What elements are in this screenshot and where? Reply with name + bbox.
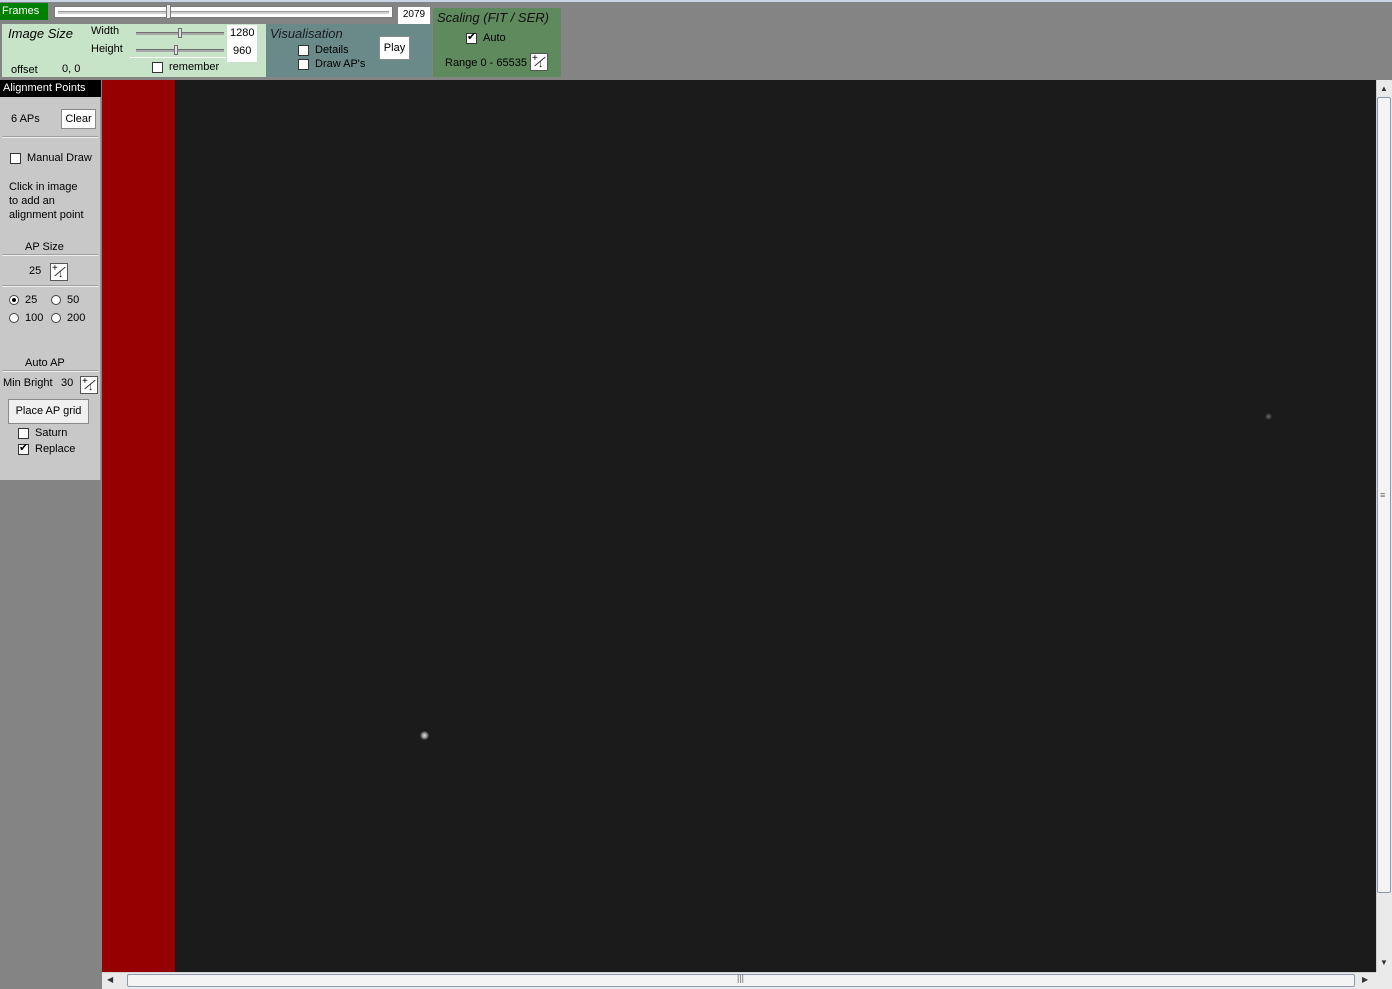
window-top-edge bbox=[0, 0, 1392, 2]
details-label: Details bbox=[315, 44, 349, 56]
width-value[interactable]: 1280 bbox=[230, 27, 254, 39]
grip-icon: ≡ bbox=[1380, 490, 1386, 500]
auto-scale-checkbox[interactable] bbox=[466, 31, 477, 44]
auto-ap-title: Auto AP bbox=[25, 357, 65, 369]
ap-size-spinner[interactable]: + ↓ bbox=[50, 263, 68, 281]
scroll-left-icon[interactable]: ◀ bbox=[107, 975, 113, 984]
replace-checkbox[interactable] bbox=[18, 442, 29, 455]
star-point bbox=[1265, 413, 1272, 420]
manual-draw-checkbox[interactable] bbox=[10, 153, 21, 164]
remember-checkbox[interactable] bbox=[152, 62, 163, 73]
scaling-title: Scaling (FIT / SER) bbox=[437, 10, 549, 25]
height-label: Height bbox=[91, 43, 123, 55]
visualisation-title: Visualisation bbox=[270, 26, 343, 41]
clear-button[interactable]: Clear bbox=[61, 109, 96, 129]
alignment-points-header: Alignment Points bbox=[0, 80, 101, 97]
spin-down-icon: ↓ bbox=[88, 382, 93, 393]
min-bright-value[interactable]: 30 bbox=[61, 377, 73, 389]
min-bright-label: Min Bright bbox=[3, 377, 53, 389]
scrollbar-corner bbox=[1376, 972, 1392, 989]
auto-scale-label: Auto bbox=[483, 32, 506, 44]
size-radio-50[interactable] bbox=[51, 295, 61, 305]
ap-size-title: AP Size bbox=[25, 241, 64, 253]
height-slider-thumb[interactable] bbox=[174, 45, 178, 55]
size-option-200: 200 bbox=[67, 312, 86, 324]
remember-label: remember bbox=[169, 61, 220, 73]
size-divider bbox=[130, 57, 226, 58]
star-point bbox=[420, 731, 429, 740]
separator bbox=[2, 136, 98, 138]
range-label: Range 0 - 65535 bbox=[445, 57, 527, 69]
size-option-100: 100 bbox=[25, 312, 44, 324]
frames-label: Frames bbox=[0, 3, 48, 20]
saturn-label: Saturn bbox=[35, 427, 68, 439]
width-slider[interactable] bbox=[136, 28, 224, 38]
spin-down-icon: ↓ bbox=[538, 59, 543, 70]
height-value[interactable]: 960 bbox=[233, 45, 251, 57]
frames-slider[interactable] bbox=[54, 6, 393, 18]
image-size-title: Image Size bbox=[8, 26, 74, 41]
size-option-50: 50 bbox=[67, 294, 80, 306]
min-bright-spinner[interactable]: + ↓ bbox=[80, 376, 98, 394]
draw-aps-label: Draw AP's bbox=[315, 58, 366, 70]
width-label: Width bbox=[91, 25, 120, 37]
red-border-strip bbox=[102, 80, 175, 972]
separator bbox=[2, 254, 98, 256]
manual-draw-label: Manual Draw bbox=[27, 152, 92, 164]
instruction-line-2: to add an bbox=[9, 195, 55, 207]
range-spinner[interactable]: + ↓ bbox=[530, 53, 548, 71]
height-slider[interactable] bbox=[136, 45, 224, 55]
separator bbox=[2, 285, 98, 287]
separator bbox=[2, 370, 98, 372]
details-checkbox[interactable] bbox=[298, 45, 309, 56]
place-ap-grid-button[interactable]: Place AP grid bbox=[8, 399, 89, 424]
scroll-right-icon[interactable]: ▶ bbox=[1362, 975, 1368, 984]
draw-aps-checkbox[interactable] bbox=[298, 59, 309, 70]
instruction-line-1: Click in image bbox=[9, 181, 78, 193]
size-radio-200[interactable] bbox=[51, 313, 61, 323]
replace-label: Replace bbox=[35, 443, 76, 455]
frames-slider-thumb[interactable] bbox=[166, 4, 171, 19]
size-option-25: 25 bbox=[25, 294, 38, 306]
ap-size-value[interactable]: 25 bbox=[29, 265, 41, 277]
grip-icon: ||| bbox=[737, 973, 745, 983]
size-radio-100[interactable] bbox=[9, 313, 19, 323]
scroll-down-icon[interactable]: ▼ bbox=[1380, 958, 1388, 967]
play-button[interactable]: Play bbox=[379, 36, 410, 60]
offset-value: 0, 0 bbox=[62, 63, 81, 75]
width-slider-thumb[interactable] bbox=[178, 28, 182, 38]
image-canvas[interactable] bbox=[102, 80, 1376, 972]
frames-value-field[interactable]: 2079 bbox=[398, 7, 430, 24]
instruction-line-3: alignment point bbox=[9, 209, 84, 221]
saturn-checkbox[interactable] bbox=[18, 428, 29, 439]
size-radio-25[interactable] bbox=[9, 295, 19, 305]
offset-label: offset bbox=[11, 64, 38, 76]
ap-count: 6 APs bbox=[11, 113, 40, 125]
spin-down-icon: ↓ bbox=[58, 269, 63, 280]
scroll-up-icon[interactable]: ▲ bbox=[1380, 84, 1388, 93]
